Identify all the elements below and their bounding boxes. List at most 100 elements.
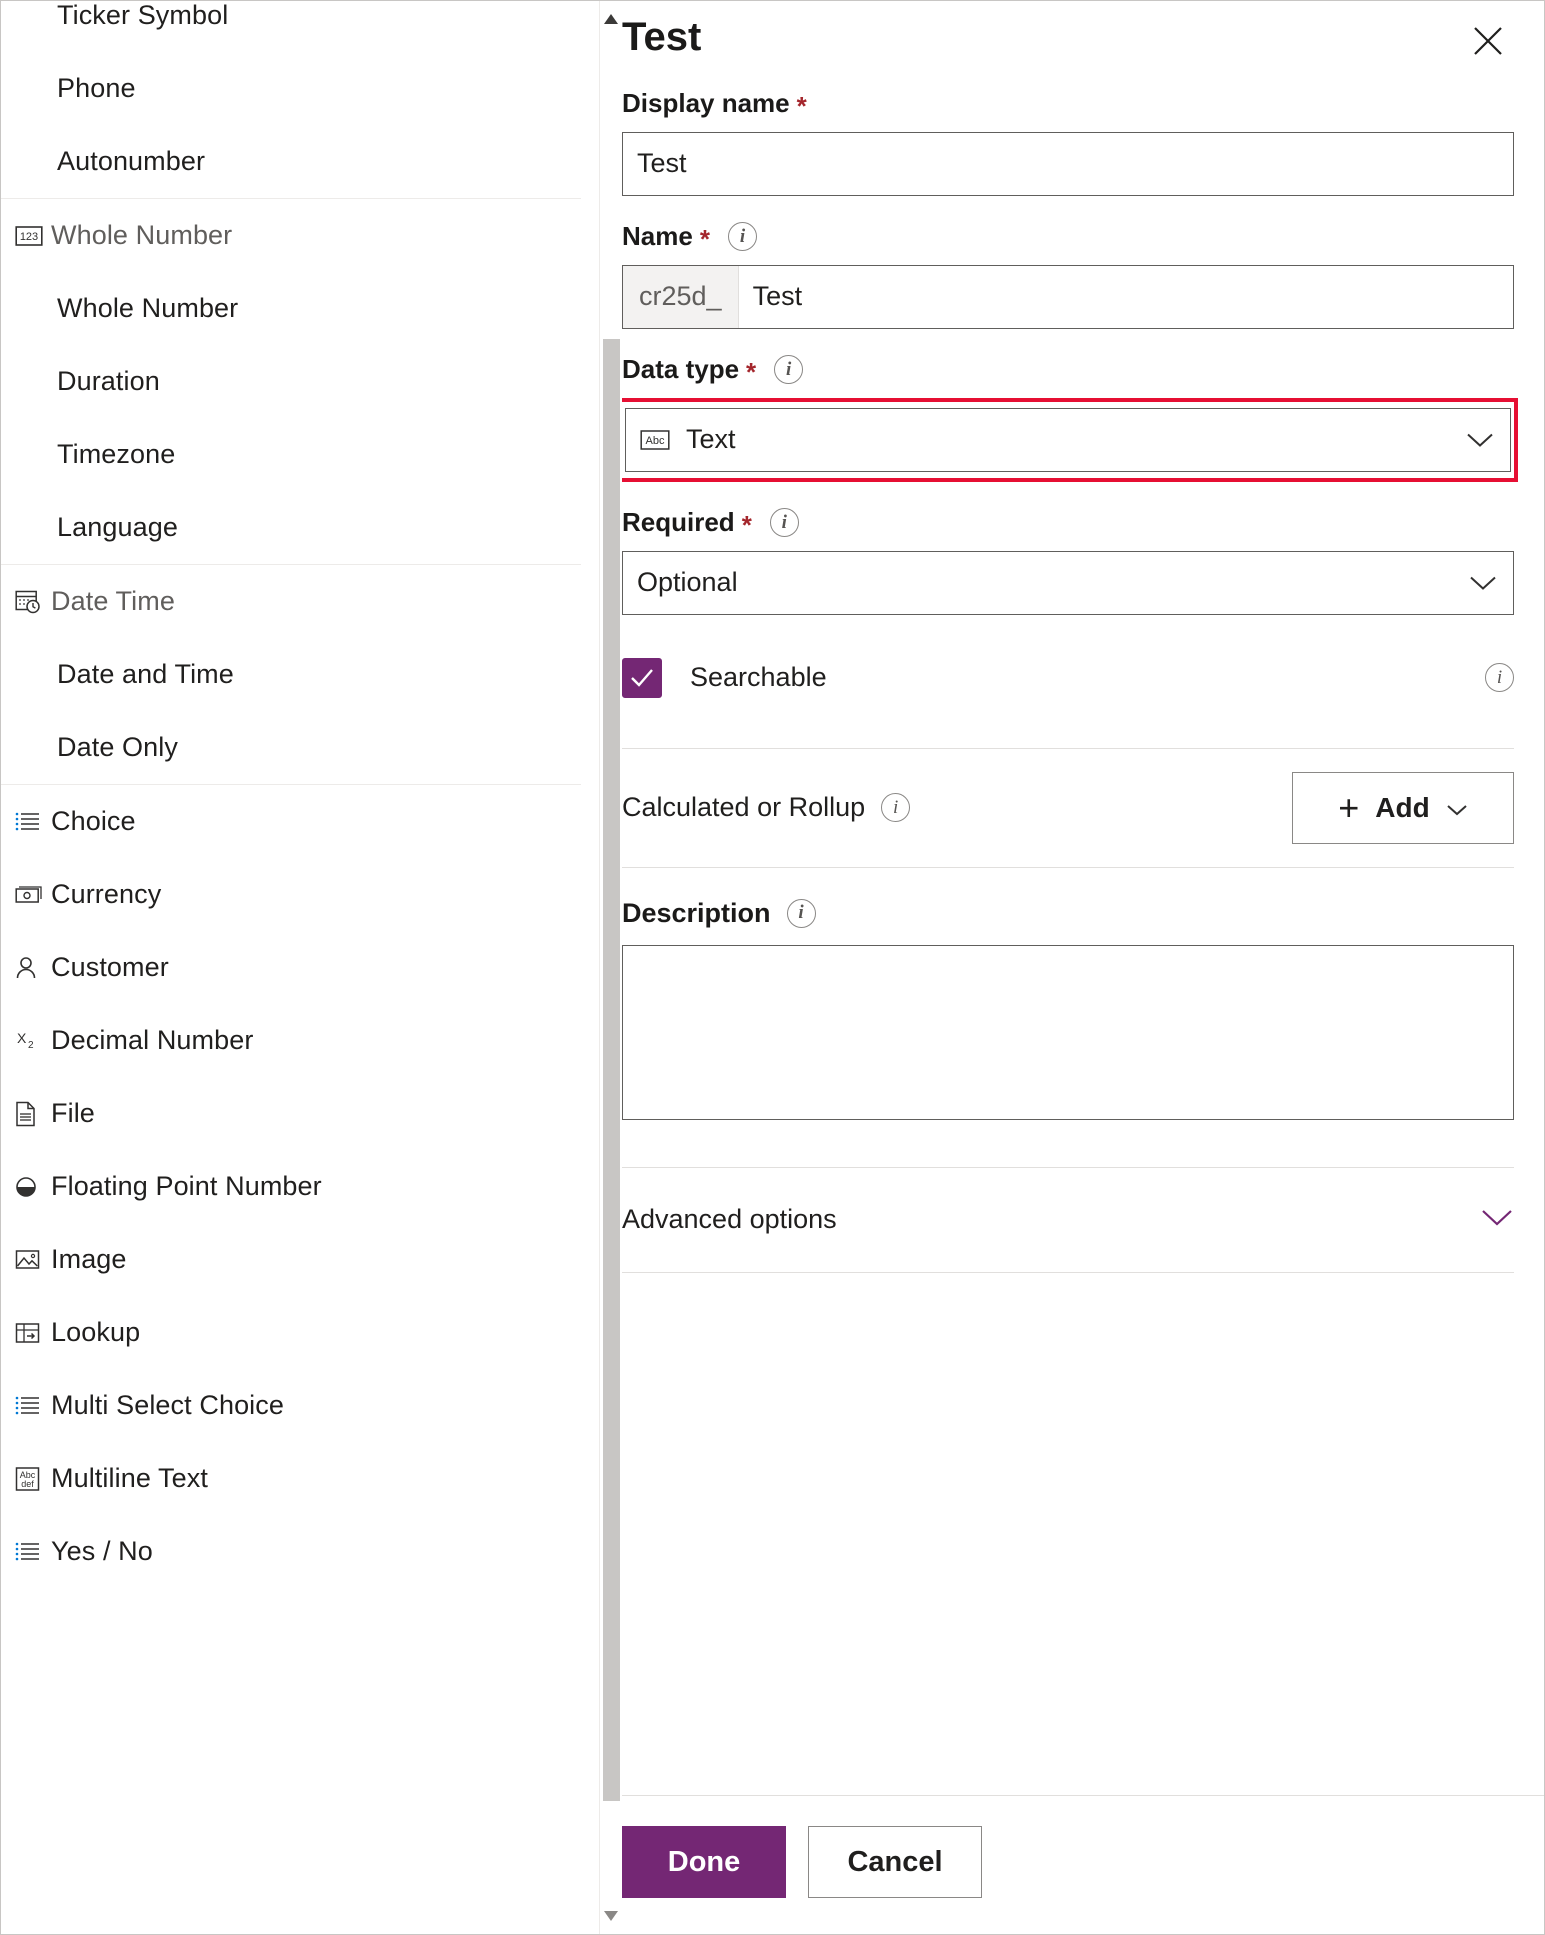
- data-type-label: Yes / No: [51, 1536, 153, 1566]
- data-type-item-autonumber[interactable]: Autonumber: [1, 125, 581, 198]
- data-type-item-phone[interactable]: Phone: [1, 52, 581, 125]
- field-editor-screen: Ticker Symbol Phone Autonumber 123 Whole…: [0, 0, 1545, 1935]
- calendar-clock-icon: [15, 586, 51, 618]
- panel-scrollbar-thumb[interactable]: [603, 339, 620, 1801]
- display-name-input[interactable]: Test: [622, 131, 1514, 196]
- name-value[interactable]: Test: [739, 266, 1513, 328]
- name-field-group: Name * i cr25d_ Test: [622, 221, 1514, 329]
- svg-text:123: 123: [20, 231, 38, 243]
- description-field-group: Description i: [622, 898, 1514, 1125]
- data-type-label: Multiline Text: [51, 1463, 208, 1493]
- svg-text:2: 2: [28, 1040, 34, 1051]
- data-type-field-group: Data type * i Abc Text: [618, 353, 1518, 482]
- searchable-checkbox[interactable]: [622, 657, 662, 698]
- data-type-dropdown[interactable]: Abc Text: [625, 407, 1511, 472]
- data-type-label: Floating Point Number: [51, 1171, 322, 1201]
- data-type-label: Multi Select Choice: [51, 1390, 284, 1420]
- data-type-item-image[interactable]: Image: [1, 1223, 581, 1296]
- data-type-group-text-tail: Ticker Symbol Phone Autonumber: [1, 1, 581, 199]
- name-prefix: cr25d_: [623, 265, 739, 328]
- svg-text:def: def: [21, 1479, 34, 1489]
- panel-scrollbar[interactable]: [600, 1, 622, 1934]
- info-icon[interactable]: i: [786, 898, 816, 928]
- data-type-item-choice[interactable]: Choice: [1, 785, 581, 858]
- description-label: Description i: [622, 898, 1514, 929]
- close-icon[interactable]: [1466, 19, 1510, 63]
- searchable-label: Searchable: [690, 662, 827, 693]
- data-type-item-floating-point-number[interactable]: Floating Point Number: [1, 1150, 581, 1223]
- data-type-item-yes-no[interactable]: Yes / No: [1, 1515, 581, 1588]
- 123-box-icon: 123: [15, 220, 51, 252]
- data-type-item-customer[interactable]: Customer: [1, 931, 581, 1004]
- data-type-group-header-whole-number[interactable]: 123 Whole Number: [1, 199, 581, 272]
- chevron-down-icon: [1466, 424, 1494, 455]
- data-type-label: Whole Number: [57, 293, 239, 323]
- data-type-item-ticker-symbol[interactable]: Ticker Symbol: [1, 1, 581, 52]
- description-label-text: Description: [622, 897, 771, 928]
- add-calculation-button[interactable]: + Add: [1292, 771, 1514, 844]
- data-type-item-multiline-text[interactable]: Abc def Multiline Text: [1, 1442, 581, 1515]
- plus-icon: +: [1338, 786, 1360, 828]
- data-type-label: Currency: [51, 879, 162, 909]
- data-type-group-date-time: Date Time Date and Time Date Only: [1, 565, 581, 785]
- list-icon: [15, 806, 51, 838]
- data-type-label: Duration: [57, 366, 160, 396]
- description-input[interactable]: [622, 944, 1514, 1120]
- info-icon[interactable]: i: [769, 508, 799, 538]
- money-icon: [15, 879, 51, 911]
- advanced-options-label: Advanced options: [622, 1204, 837, 1235]
- scroll-down-arrow-icon[interactable]: [600, 1904, 622, 1928]
- display-name-value: Test: [637, 148, 687, 179]
- data-type-item-whole-number[interactable]: Whole Number: [1, 272, 581, 345]
- data-type-item-lookup[interactable]: Lookup: [1, 1296, 581, 1369]
- data-type-group-whole-number: 123 Whole Number Whole Number Duration T…: [1, 199, 581, 565]
- required-asterisk: *: [741, 509, 752, 540]
- image-icon: [15, 1244, 51, 1276]
- data-type-label: Date Only: [57, 732, 178, 762]
- data-type-label: Customer: [51, 952, 169, 982]
- data-type-item-file[interactable]: File: [1, 1077, 581, 1150]
- half-filled-circle-icon: [15, 1171, 51, 1203]
- data-type-list-pane: Ticker Symbol Phone Autonumber 123 Whole…: [1, 1, 599, 1934]
- data-type-item-decimal-number[interactable]: X 2 Decimal Number: [1, 1004, 581, 1077]
- data-type-label-text: Data type: [622, 353, 740, 384]
- abc-def-box-icon: Abc def: [15, 1463, 51, 1495]
- data-type-label: Timezone: [57, 439, 176, 469]
- info-icon[interactable]: i: [1485, 663, 1514, 693]
- done-button[interactable]: Done: [622, 1826, 786, 1898]
- list-icon: [15, 1536, 51, 1568]
- x-subscript-2-icon: X 2: [15, 1025, 51, 1057]
- scroll-up-arrow-icon[interactable]: [600, 7, 622, 31]
- data-type-item-timezone[interactable]: Timezone: [1, 418, 581, 491]
- data-type-item-language[interactable]: Language: [1, 491, 581, 564]
- svg-text:X: X: [17, 1030, 27, 1046]
- data-type-item-date-and-time[interactable]: Date and Time: [1, 638, 581, 711]
- data-type-item-date-only[interactable]: Date Only: [1, 711, 581, 784]
- lookup-table-icon: [15, 1317, 51, 1349]
- divider: [622, 1271, 1514, 1273]
- info-icon[interactable]: i: [881, 793, 911, 823]
- panel-content: Test Display name * Test Name * i cr25d_…: [600, 1, 1544, 1795]
- cancel-button[interactable]: Cancel: [808, 1826, 982, 1898]
- info-icon[interactable]: i: [774, 355, 804, 385]
- add-button-label: Add: [1375, 791, 1430, 823]
- data-type-group-header-date-time[interactable]: Date Time: [1, 565, 581, 638]
- data-type-item-currency[interactable]: Currency: [1, 858, 581, 931]
- data-type-item-duration[interactable]: Duration: [1, 345, 581, 418]
- required-asterisk: *: [746, 356, 757, 387]
- required-label: Required * i: [622, 507, 1514, 540]
- info-icon[interactable]: i: [727, 222, 757, 252]
- file-icon: [15, 1098, 51, 1130]
- display-name-label: Display name *: [622, 88, 1514, 119]
- advanced-options-toggle[interactable]: Advanced options: [622, 1168, 1514, 1272]
- calculated-or-rollup-row: Calculated or Rollup i + Add: [622, 749, 1514, 867]
- abc-box-icon: Abc: [640, 428, 670, 452]
- data-type-label: Ticker Symbol: [57, 1, 229, 30]
- data-type-label: Image: [51, 1244, 127, 1274]
- required-selected-value: Optional: [637, 567, 738, 598]
- name-input[interactable]: cr25d_ Test: [622, 264, 1514, 329]
- required-dropdown[interactable]: Optional: [622, 550, 1514, 615]
- calculated-or-rollup-label: Calculated or Rollup: [622, 792, 866, 823]
- data-type-group-other: Choice Currency Customer X 2 Decimal Num…: [1, 785, 581, 1588]
- data-type-item-multi-select-choice[interactable]: Multi Select Choice: [1, 1369, 581, 1442]
